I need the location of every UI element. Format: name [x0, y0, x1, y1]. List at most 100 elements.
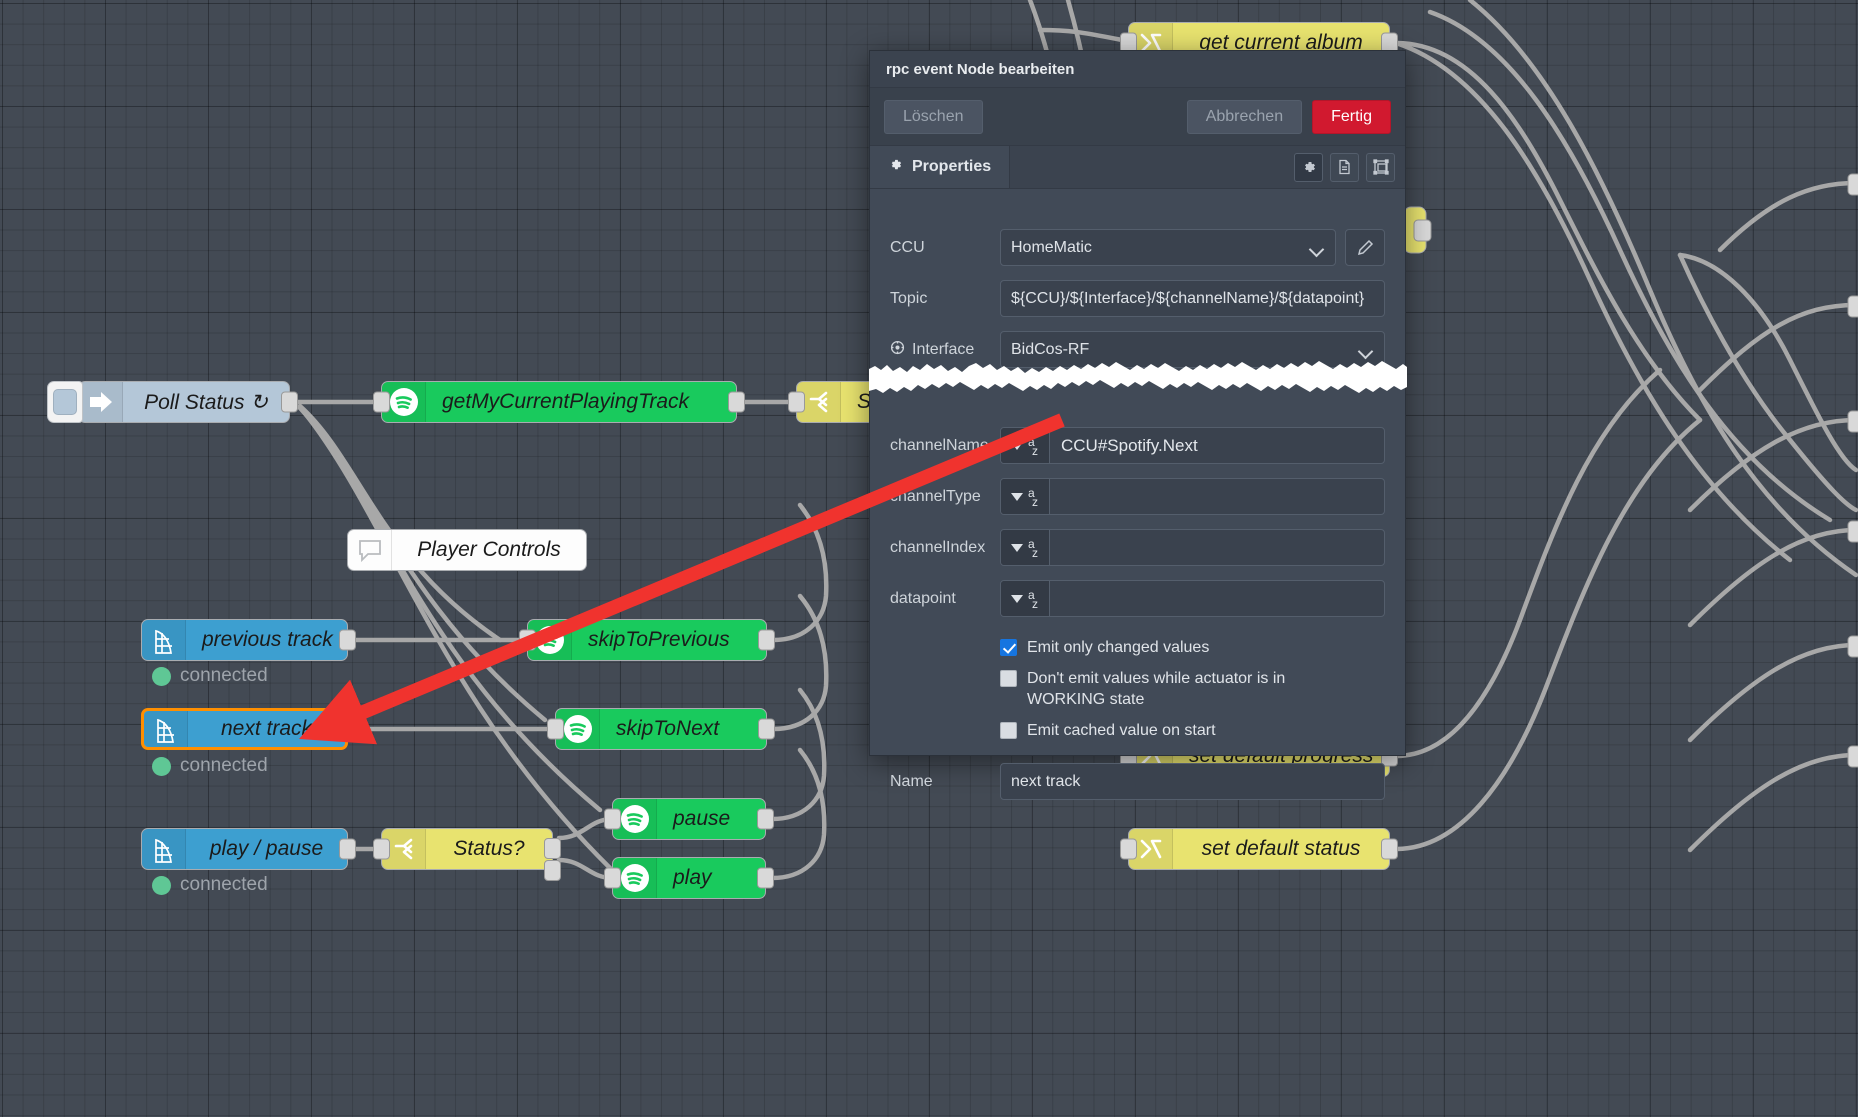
status-dot — [152, 756, 171, 776]
topic-input[interactable]: ${CCU}/${Interface}/${channelName}/${dat… — [1000, 280, 1385, 317]
gear-icon — [888, 157, 903, 177]
checkbox-box[interactable] — [1000, 669, 1017, 687]
input-port[interactable] — [604, 867, 621, 889]
checkbox-label: Emit cached value on start — [1027, 721, 1216, 739]
channel-type-label: channelType — [890, 487, 981, 505]
node-play[interactable]: play — [604, 857, 774, 899]
node-label: play — [673, 866, 712, 889]
ccu-select[interactable]: HomeMatic — [1000, 229, 1336, 266]
node-play-pause[interactable]: play / pause — [141, 828, 356, 870]
status-label: connected — [180, 665, 268, 686]
datapoint-input[interactable]: az — [1000, 580, 1385, 617]
chevron-down-icon — [1011, 543, 1023, 552]
output-port[interactable] — [339, 838, 356, 860]
channel-name-input[interactable]: az CCU#Spotify.Next — [1000, 427, 1385, 464]
node-status-question[interactable]: Status? — [373, 828, 561, 881]
checkbox-emit-only-changed[interactable]: Emit only changed values — [1000, 637, 1385, 659]
appearance-icon[interactable] — [1366, 152, 1395, 182]
node-label: Poll Status ↻ — [144, 390, 268, 414]
az-icon[interactable]: az — [1001, 581, 1050, 616]
dialog-form: CCU HomeMatic Topic ${CCU}/${Interface}/… — [870, 189, 1405, 801]
output-port[interactable] — [758, 718, 775, 740]
az-icon[interactable]: az — [1001, 530, 1050, 565]
comment-icon — [348, 530, 392, 570]
checkbox-dont-emit-working[interactable]: Don't emit values while actuator is in W… — [1000, 668, 1365, 711]
checkbox-label: Don't emit values while actuator is in W… — [1027, 669, 1286, 709]
channel-type-input[interactable]: az — [1000, 478, 1385, 515]
status-dot — [152, 666, 171, 686]
name-input[interactable]: next track — [1000, 763, 1385, 801]
done-button[interactable]: Fertig — [1312, 99, 1391, 134]
chevron-down-icon — [1011, 594, 1023, 603]
interface-select[interactable]: BidCos-RF — [1000, 331, 1385, 368]
output-port[interactable] — [337, 718, 354, 740]
row-channel-type: channelType az — [890, 478, 1385, 515]
tab-filler — [1010, 146, 1284, 188]
interface-label-text: Interface — [912, 340, 975, 358]
az-glyph: az — [1028, 537, 1038, 560]
status-label: connected — [180, 755, 268, 776]
node-get-my-current-playing-track[interactable]: getMyCurrentPlayingTrack — [373, 381, 745, 423]
edit-ccu-button[interactable] — [1345, 229, 1385, 266]
homematic-icon — [142, 829, 186, 869]
channel-index-value — [1050, 530, 1384, 565]
node-skip-to-next[interactable]: skipToNext — [547, 708, 775, 750]
node-previous-track[interactable]: previous track — [141, 619, 356, 661]
status-dot — [152, 875, 171, 895]
checkbox-emit-cached-on-start[interactable]: Emit cached value on start — [1000, 720, 1385, 742]
az-glyph: az — [1028, 435, 1038, 458]
input-port[interactable] — [788, 391, 805, 413]
checkbox-box[interactable] — [1000, 639, 1017, 656]
output-port[interactable] — [758, 629, 775, 651]
node-pause[interactable]: pause — [604, 798, 774, 840]
output-port[interactable] — [757, 808, 774, 830]
interface-label: Interface — [890, 340, 1000, 360]
row-datapoint: datapoint az — [890, 580, 1385, 617]
input-port[interactable] — [604, 808, 621, 830]
node-skip-to-previous[interactable]: skipToPrevious — [519, 619, 775, 661]
row-name: Name next track — [890, 763, 1385, 801]
node-label: previous track — [202, 628, 333, 651]
input-port[interactable] — [547, 718, 564, 740]
delete-button[interactable]: Löschen — [884, 99, 983, 134]
arrow-right-icon — [79, 382, 123, 422]
row-interface: Interface BidCos-RF — [890, 331, 1385, 368]
input-port[interactable] — [519, 629, 536, 651]
output-port[interactable] — [757, 867, 774, 889]
channel-index-label: channelIndex — [890, 538, 986, 556]
node-player-controls[interactable]: Player Controls — [347, 529, 587, 571]
output-port-2[interactable] — [544, 860, 561, 881]
ccu-value: HomeMatic — [1011, 238, 1092, 256]
chevron-down-icon — [1011, 441, 1023, 450]
output-port[interactable] — [339, 629, 356, 651]
checkbox-box[interactable] — [1000, 721, 1017, 739]
node-label: Player Controls — [417, 538, 561, 561]
output-port-1[interactable] — [544, 838, 561, 859]
output-port[interactable] — [1381, 838, 1398, 860]
tab-properties[interactable]: Properties — [870, 146, 1011, 188]
input-port[interactable] — [373, 838, 390, 860]
node-poll-status[interactable]: Poll Status ↻ — [47, 381, 298, 423]
az-icon[interactable]: az — [1001, 428, 1050, 463]
channel-name-label: channelName — [890, 436, 989, 454]
document-icon[interactable] — [1330, 152, 1359, 182]
status-next-track: connected — [152, 755, 268, 777]
input-port[interactable] — [1120, 838, 1137, 860]
output-port[interactable] — [281, 391, 298, 413]
homematic-icon — [144, 711, 188, 747]
channel-index-input[interactable]: az — [1000, 529, 1385, 566]
node-next-track[interactable]: next track — [141, 708, 354, 750]
node-label: pause — [673, 807, 731, 830]
interface-value: BidCos-RF — [1011, 340, 1090, 358]
dialog-tool-buttons — [1284, 146, 1405, 188]
gear-icon[interactable] — [1294, 152, 1323, 182]
node-edit-dialog[interactable]: rpc event Node bearbeiten Löschen Abbrec… — [869, 50, 1406, 801]
input-port[interactable] — [373, 391, 390, 413]
node-set-default-status[interactable]: set default status — [1120, 828, 1398, 870]
node-label: Status? — [453, 837, 525, 860]
cancel-button[interactable]: Abbrechen — [1186, 99, 1303, 134]
inject-button[interactable] — [47, 381, 83, 423]
topic-label: Topic — [890, 289, 928, 307]
output-port[interactable] — [728, 391, 745, 413]
az-icon[interactable]: az — [1001, 479, 1050, 514]
